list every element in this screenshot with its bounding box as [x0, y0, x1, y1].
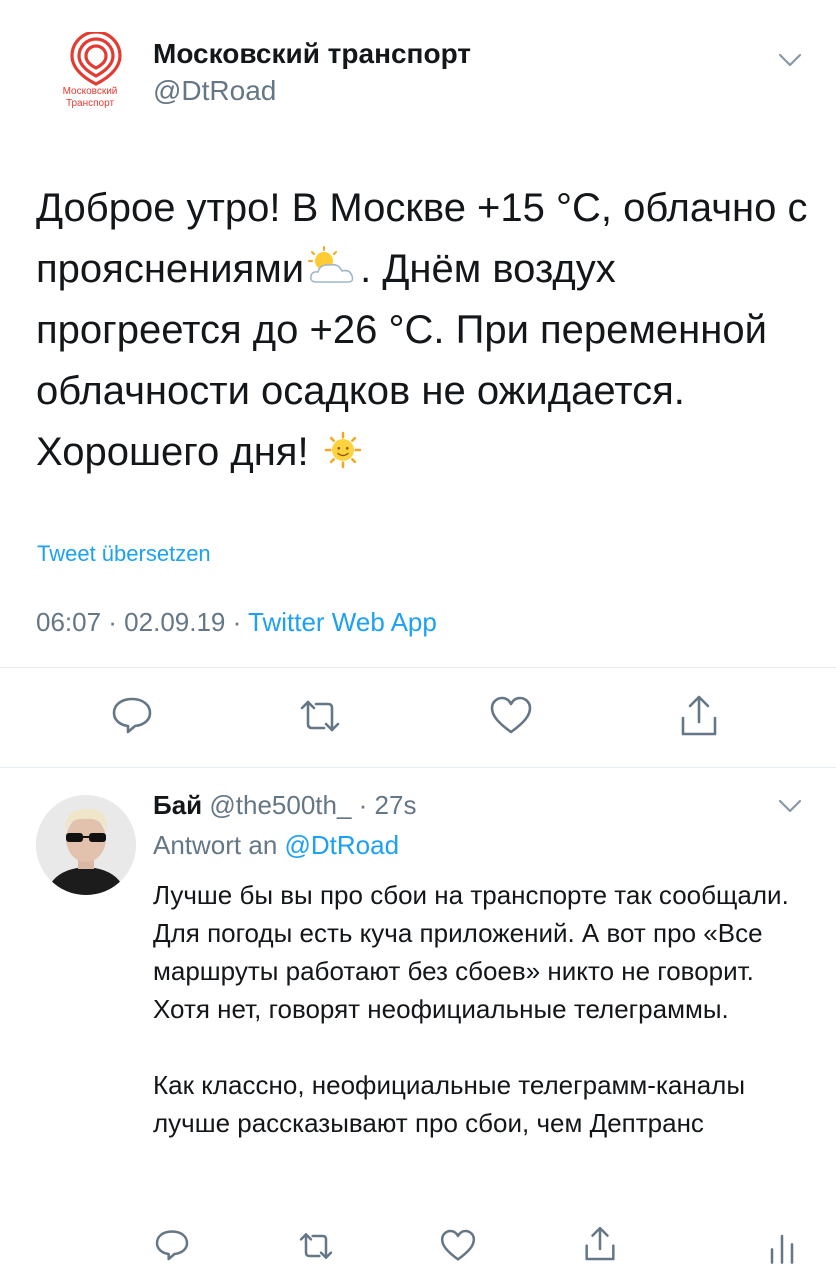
reply-icon[interactable]	[108, 690, 156, 738]
tweet-actions	[0, 690, 836, 750]
like-icon[interactable]	[487, 692, 535, 740]
reply-paragraph: Как классно, неофициальные телеграмм-кан…	[153, 1070, 746, 1138]
tweet-meta: 06:07 · 02.09.19 · Twitter Web App	[36, 607, 437, 638]
divider	[0, 667, 836, 668]
reply-icon[interactable]	[152, 1224, 192, 1264]
analytics-icon[interactable]	[762, 1226, 802, 1266]
logo-caption: Московский Транспорт	[40, 86, 140, 110]
reply-text: Лучше бы вы про сбои на транспорте так с…	[153, 876, 813, 1142]
tweet-source-link[interactable]: Twitter Web App	[248, 607, 437, 637]
reply-author-name[interactable]: Бай	[153, 790, 202, 820]
reply-actions	[0, 1220, 836, 1276]
avatar[interactable]	[36, 795, 136, 895]
retweet-icon[interactable]	[296, 692, 344, 740]
main-tweet: Московский Транспорт Московский транспор…	[0, 0, 836, 768]
tweet-timestamp: 06:07 · 02.09.19 ·	[36, 607, 249, 637]
share-icon[interactable]	[675, 692, 723, 740]
chevron-down-icon[interactable]	[776, 50, 804, 70]
like-icon[interactable]	[438, 1226, 478, 1266]
share-icon[interactable]	[580, 1224, 620, 1264]
divider	[0, 767, 836, 768]
sun-behind-cloud-icon	[308, 246, 354, 283]
reply-header: Бай @the500th_ · 27s	[153, 790, 416, 821]
sun-with-face-icon	[324, 431, 361, 469]
avatar-photo	[36, 795, 136, 895]
replying-to-user-link[interactable]: @DtRoad	[285, 830, 400, 860]
replying-to: Antwort an @DtRoad	[153, 830, 399, 861]
logo-caption-line1: Московский	[62, 86, 118, 97]
chevron-down-icon[interactable]	[776, 796, 804, 816]
retweet-icon[interactable]	[296, 1226, 336, 1266]
logo-caption-line2: Транспорт	[65, 98, 115, 109]
reply-paragraph: Лучше бы вы про сбои на транспорте так с…	[153, 880, 789, 1024]
author-handle[interactable]: @DtRoad	[153, 75, 276, 107]
reply-author-handle[interactable]: @the500th_	[209, 790, 351, 820]
author-display-name[interactable]: Московский транспорт	[153, 38, 471, 70]
tweet-text: Доброе утро! В Москве +15 °С, облачно с …	[36, 178, 816, 483]
translate-tweet-link[interactable]: Tweet übersetzen	[37, 541, 211, 567]
replying-to-prefix: Antwort an	[153, 830, 285, 860]
reply-timestamp: · 27s	[351, 790, 417, 820]
